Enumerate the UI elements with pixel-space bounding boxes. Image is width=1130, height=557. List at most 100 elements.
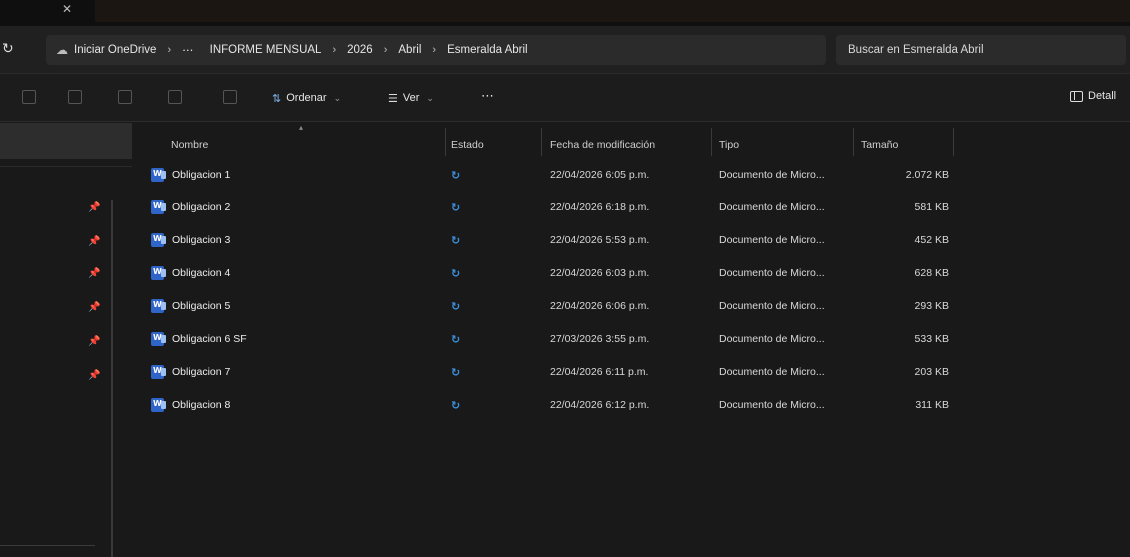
cut-icon[interactable] [22,90,36,104]
file-type: Documento de Micro... [719,267,825,279]
close-tab-icon[interactable]: ✕ [62,2,72,16]
breadcrumb-item-informe-mensual[interactable]: INFORME MENSUAL [210,44,322,56]
file-row[interactable]: Obligacion 8 ↻ 22/04/2026 6:12 p.m. Docu… [133,389,1130,421]
file-row[interactable]: Obligacion 1 ↻ 22/04/2026 6:05 p.m. Docu… [133,159,1130,191]
file-name[interactable]: Obligacion 8 [172,399,230,411]
column-header-modified[interactable]: Fecha de modificación [550,132,655,158]
sync-status-icon: ↻ [451,267,461,280]
column-divider[interactable] [445,128,446,156]
file-row[interactable]: Obligacion 7 ↻ 22/04/2026 6:11 p.m. Docu… [133,356,1130,388]
breadcrumb-item-2026[interactable]: 2026 [347,44,373,56]
chevron-down-icon: ⌄ [426,92,434,103]
file-size: 293 KB [914,300,949,312]
navigation-pane: 📌 📌 📌 📌 📌 📌 [0,122,133,557]
command-bar: ⇅ Ordenar ⌄ ☰ Ver ⌄ ⋯ Detall [0,74,1130,122]
file-size: 311 KB [915,399,949,411]
file-row[interactable]: Obligacion 5 ↻ 22/04/2026 6:06 p.m. Docu… [133,290,1130,322]
pin-icon[interactable]: 📌 [88,336,100,348]
file-modified: 22/04/2026 6:11 p.m. [550,366,649,378]
pin-icon[interactable]: 📌 [88,302,100,314]
copy-icon[interactable] [68,90,82,104]
file-modified: 22/04/2026 6:18 p.m. [550,201,650,213]
breadcrumb-item-esmeralda-abril[interactable]: Esmeralda Abril [447,44,528,56]
file-size: 452 KB [914,234,949,246]
nav-divider [0,545,95,546]
file-modified: 22/04/2026 6:12 p.m. [550,399,650,411]
file-row[interactable]: Obligacion 4 ↻ 22/04/2026 6:03 p.m. Docu… [133,257,1130,289]
search-input[interactable]: Buscar en Esmeralda Abril [836,35,1126,65]
pin-icon[interactable]: 📌 [88,370,100,382]
sort-button[interactable]: ⇅ Ordenar ⌄ [272,89,341,107]
onedrive-cloud-off-icon: ☁ [56,43,68,57]
breadcrumb-item-onedrive[interactable]: Iniciar OneDrive [74,44,156,56]
column-divider[interactable] [711,128,712,156]
sync-status-icon: ↻ [451,300,461,313]
column-header-state[interactable]: Estado [451,132,484,158]
file-row[interactable]: Obligacion 6 SF ↻ 27/03/2026 3:55 p.m. D… [133,323,1130,355]
sync-status-icon: ↻ [451,366,461,379]
sort-caret-icon: ▴ [299,123,304,132]
file-list: ▴ Nombre Estado Fecha de modificación Ti… [133,122,1130,557]
more-options-button[interactable]: ⋯ [481,88,495,104]
file-name[interactable]: Obligacion 6 SF [172,333,247,345]
file-size: 203 KB [914,366,949,378]
file-type: Documento de Micro... [719,399,825,411]
nav-scrollbar[interactable] [111,200,113,557]
nav-divider [0,166,132,167]
file-type: Documento de Micro... [719,366,825,378]
view-button[interactable]: ☰ Ver ⌄ [388,89,434,107]
column-divider[interactable] [853,128,854,156]
breadcrumb[interactable]: ☁ Iniciar OneDrive › ⋯ INFORME MENSUAL ›… [46,35,826,65]
file-modified: 22/04/2026 6:03 p.m. [550,267,650,279]
pin-icon[interactable]: 📌 [88,236,100,248]
tab-strip [95,0,1130,22]
view-label: Ver [402,92,420,104]
file-name[interactable]: Obligacion 2 [172,201,230,213]
file-name[interactable]: Obligacion 4 [172,267,230,279]
details-pane-button[interactable]: Detall [1070,90,1116,102]
file-name[interactable]: Obligacion 1 [172,169,230,181]
file-name[interactable]: Obligacion 3 [172,234,230,246]
details-label: Detall [1088,90,1117,102]
pin-icon[interactable]: 📌 [88,268,100,280]
nav-item-selected[interactable] [0,123,132,159]
breadcrumb-item-abril[interactable]: Abril [398,44,421,56]
sync-status-icon: ↻ [451,169,461,182]
sort-icon: ⇅ [272,92,282,105]
breadcrumb-item-overflow[interactable]: ⋯ [182,43,194,57]
file-modified: 22/04/2026 6:05 p.m. [550,169,650,181]
delete-icon[interactable] [223,90,237,104]
file-type: Documento de Micro... [719,201,825,213]
file-name[interactable]: Obligacion 5 [172,300,230,312]
word-document-icon [151,398,166,412]
chevron-right-icon[interactable]: › [167,44,171,56]
pin-icon[interactable]: 📌 [88,202,100,214]
refresh-icon[interactable]: ↻ [2,40,18,58]
title-bar: ✕ [0,0,1130,26]
file-row[interactable]: Obligacion 2 ↻ 22/04/2026 6:18 p.m. Docu… [133,191,1130,223]
chevron-down-icon: ⌄ [333,92,342,103]
chevron-right-icon[interactable]: › [384,44,388,56]
chevron-right-icon[interactable]: › [332,44,336,56]
column-divider[interactable] [953,128,954,156]
view-icon: ☰ [388,92,398,105]
column-header-size[interactable]: Tamaño [861,132,898,158]
file-type: Documento de Micro... [719,333,825,345]
file-modified: 27/03/2026 3:55 p.m. [550,333,650,345]
file-size: 628 KB [914,267,949,279]
sync-status-icon: ↻ [451,333,461,346]
word-document-icon [151,200,166,214]
word-document-icon [151,365,166,379]
rename-icon[interactable] [168,90,182,104]
paste-icon[interactable] [118,90,132,104]
file-row[interactable]: Obligacion 3 ↻ 22/04/2026 5:53 p.m. Docu… [133,224,1130,256]
column-header-type[interactable]: Tipo [719,132,739,158]
column-divider[interactable] [541,128,542,156]
chevron-right-icon[interactable]: › [432,44,436,56]
column-header-name[interactable]: Nombre [171,132,208,158]
sync-status-icon: ↻ [451,234,461,247]
file-name[interactable]: Obligacion 7 [172,366,230,378]
file-type: Documento de Micro... [719,234,825,246]
file-size: 581 KB [914,201,949,213]
word-document-icon [151,299,166,313]
